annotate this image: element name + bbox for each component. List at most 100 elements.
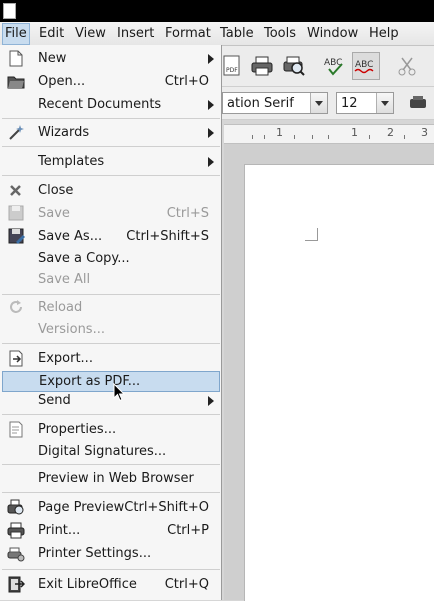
font-name-dropdown-icon[interactable] [310, 93, 327, 113]
ruler-tick [312, 135, 313, 139]
menu-item-shortcut: Ctrl+Q [164, 577, 209, 592]
menu-item-properties[interactable]: Properties... [0, 419, 221, 440]
menu-separator [2, 569, 220, 570]
text-boundary-corner [305, 228, 318, 241]
menu-tools[interactable]: Tools [261, 25, 299, 43]
ruler-tick [264, 135, 265, 139]
spellcheck-button[interactable]: ABC [322, 54, 348, 78]
menu-insert[interactable]: Insert [114, 25, 157, 43]
menu-item-shortcut: Ctrl+O [164, 74, 209, 89]
menu-item-label: Reload [38, 300, 83, 315]
clone-formatting-icon [410, 96, 426, 108]
menubar: File Edit View Insert Format Table Tools… [0, 22, 434, 46]
pdf-icon: PDF [223, 55, 240, 76]
bold-button[interactable] [406, 92, 430, 114]
autospellcheck-toggle[interactable]: ABC [352, 52, 380, 80]
mouse-pointer-icon [113, 383, 126, 402]
ruler-label: 1 [276, 126, 283, 139]
menu-item-label: New [38, 51, 67, 66]
menu-item-send[interactable]: Send [0, 390, 221, 411]
menu-item-shortcut: Ctrl+P [167, 523, 209, 538]
new-document-icon [9, 50, 23, 67]
printer-settings-icon [7, 547, 25, 562]
page-preview-icon [7, 499, 24, 515]
ruler-tick [294, 135, 295, 139]
menu-separator [2, 146, 220, 147]
menu-item-shortcut: Ctrl+Shift+O [124, 500, 209, 515]
autospellcheck-icon: ABC [354, 60, 374, 74]
menu-format[interactable]: Format [162, 25, 214, 43]
printer-icon [7, 522, 25, 539]
menu-item-label: Templates [38, 154, 105, 169]
window-title-strip [0, 0, 434, 22]
menu-item-label: Wizards [38, 125, 90, 140]
document-page[interactable] [244, 164, 434, 601]
menu-item-save-a-copy[interactable]: Save a Copy... [0, 248, 221, 269]
menu-separator [2, 414, 220, 415]
menu-table[interactable]: Table [217, 25, 257, 43]
menu-separator [2, 492, 220, 493]
menu-help[interactable]: Help [366, 25, 402, 43]
print-button[interactable] [249, 54, 275, 78]
pdf-badge-text: PDF [226, 67, 238, 74]
menu-item-new[interactable]: New [0, 48, 221, 69]
menu-item-printer-settings[interactable]: Printer Settings... [0, 543, 221, 564]
scissors-icon [398, 57, 416, 76]
menu-separator [2, 175, 220, 176]
menu-item-shortcut: Ctrl+S [166, 206, 209, 221]
menu-item-recent-documents[interactable]: Recent Documents [0, 94, 221, 115]
wizard-wand-icon [9, 125, 24, 140]
menu-item-label: Open... [38, 74, 86, 89]
document-icon [3, 3, 16, 19]
close-x-icon [10, 185, 21, 196]
menu-item-save-as[interactable]: Save As... Ctrl+Shift+S [0, 226, 221, 247]
menu-separator [2, 343, 220, 344]
font-size-dropdown-icon[interactable] [376, 93, 393, 113]
ruler-tick [404, 135, 405, 139]
menu-item-preview-in-web-browser[interactable]: Preview in Web Browser [0, 468, 221, 489]
submenu-arrow-icon [208, 396, 214, 406]
menu-item-label: Recent Documents [38, 97, 162, 112]
submenu-arrow-icon [208, 54, 214, 64]
menu-item-label: Printer Settings... [38, 546, 152, 561]
menu-edit[interactable]: Edit [36, 25, 67, 43]
menu-item-reload[interactable]: Reload [0, 297, 221, 318]
menu-item-page-preview[interactable]: Page Preview Ctrl+Shift+O [0, 497, 221, 518]
menu-item-close[interactable]: Close [0, 180, 221, 201]
font-name-value: ation Serif [227, 96, 294, 111]
submenu-arrow-icon [208, 157, 214, 167]
file-menu: New Open... Ctrl+O Recent Documents Wiza… [0, 45, 222, 600]
menu-item-label: Save [38, 206, 70, 221]
printer-icon [251, 56, 273, 76]
menu-file[interactable]: File [2, 23, 30, 45]
menu-item-label: Export... [38, 351, 93, 366]
ruler-tick [328, 135, 329, 139]
menu-item-save[interactable]: Save Ctrl+S [0, 203, 221, 224]
export-pdf-button[interactable]: PDF [222, 54, 242, 78]
spellcheck-icon: ABC [324, 58, 343, 76]
ruler-label: 1 [351, 126, 358, 139]
menu-item-label: Send [38, 393, 71, 408]
menu-item-export[interactable]: Export... [0, 348, 221, 369]
menu-item-digital-signatures[interactable]: Digital Signatures... [0, 441, 221, 462]
exit-icon [8, 576, 25, 593]
menu-view[interactable]: View [72, 25, 109, 43]
menu-window[interactable]: Window [304, 25, 361, 43]
menu-item-label: Close [38, 183, 74, 198]
menu-item-wizards[interactable]: Wizards [0, 122, 221, 143]
submenu-arrow-icon [208, 128, 214, 138]
font-size-combo[interactable]: 12 [336, 92, 394, 114]
menu-item-export-as-pdf[interactable]: Export as PDF... [2, 371, 220, 392]
menu-item-save-all[interactable]: Save All [0, 269, 221, 290]
menu-item-templates[interactable]: Templates [0, 151, 221, 172]
menu-item-exit[interactable]: Exit LibreOffice Ctrl+Q [0, 574, 221, 595]
menu-item-versions[interactable]: Versions... [0, 319, 221, 340]
menu-item-open[interactable]: Open... Ctrl+O [0, 71, 221, 92]
print-preview-button[interactable] [281, 54, 307, 78]
cut-button[interactable] [396, 54, 418, 78]
menu-item-label: Versions... [38, 322, 105, 337]
ruler-tick [369, 135, 370, 139]
font-name-combo[interactable]: ation Serif [222, 92, 328, 114]
menu-item-print[interactable]: Print... Ctrl+P [0, 520, 221, 541]
menu-item-label: Preview in Web Browser [38, 471, 194, 486]
